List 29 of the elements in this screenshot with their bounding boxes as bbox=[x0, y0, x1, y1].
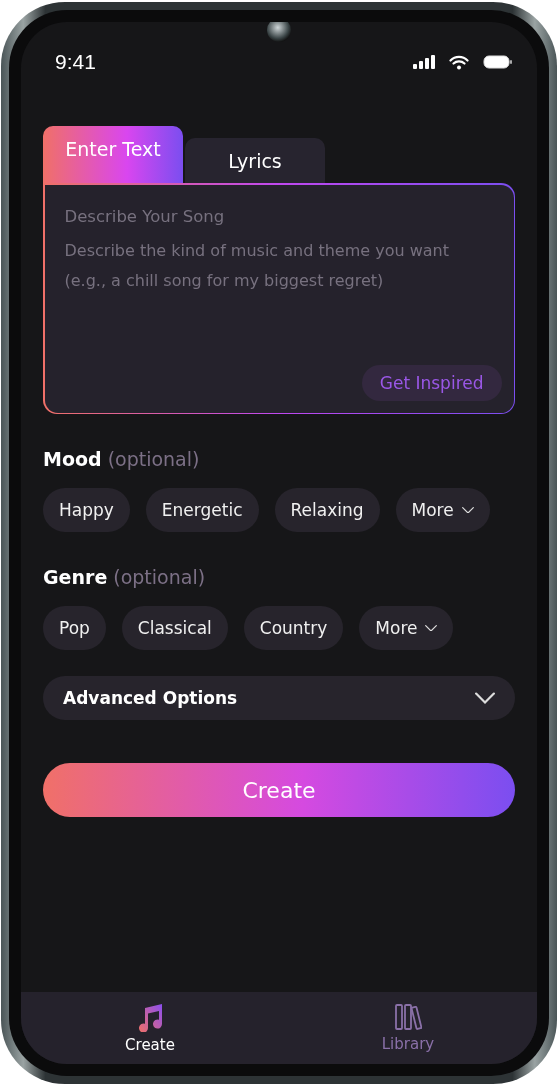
battery-icon bbox=[483, 55, 513, 69]
mood-chip[interactable]: Happy bbox=[43, 488, 130, 532]
optional-hint: (optional) bbox=[113, 566, 206, 588]
chevron-down-icon bbox=[425, 624, 438, 632]
genre-chip[interactable]: Classical bbox=[121, 606, 228, 650]
section-label: Genre bbox=[43, 566, 108, 588]
genre-chip[interactable]: Pop bbox=[43, 606, 106, 650]
tab[interactable]: Enter Text bbox=[43, 126, 183, 183]
section-label: Mood bbox=[43, 448, 102, 470]
tab[interactable]: Lyrics bbox=[185, 138, 325, 183]
chevron-down-icon bbox=[461, 506, 474, 514]
wifi-icon bbox=[449, 54, 469, 70]
nav-item[interactable]: Library bbox=[279, 992, 537, 1064]
more-dropdown[interactable]: More bbox=[359, 606, 454, 650]
music-note-icon bbox=[136, 1002, 164, 1032]
books-icon bbox=[394, 1003, 422, 1031]
camera-icon bbox=[267, 22, 291, 42]
field-label: Describe Your Song bbox=[64, 206, 226, 226]
mood-chip[interactable]: Energetic bbox=[145, 488, 259, 532]
status-time: 9:41 bbox=[55, 50, 96, 74]
nav-item[interactable]: Create bbox=[21, 992, 279, 1064]
signal-icon bbox=[413, 55, 435, 69]
genre-chip[interactable]: Country bbox=[243, 606, 344, 650]
chevron-down-icon bbox=[475, 692, 495, 704]
create-button[interactable]: Create bbox=[43, 763, 515, 817]
mood-chip[interactable]: Relaxing bbox=[274, 488, 380, 532]
advanced-options-toggle[interactable]: Advanced Options bbox=[43, 676, 515, 720]
optional-hint: (optional) bbox=[107, 448, 200, 470]
more-dropdown[interactable]: More bbox=[395, 488, 490, 532]
